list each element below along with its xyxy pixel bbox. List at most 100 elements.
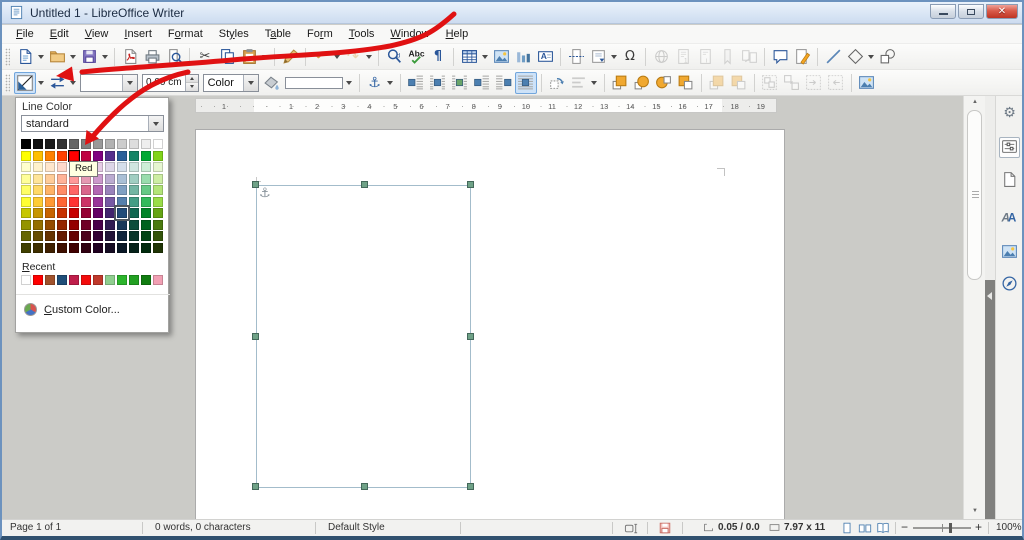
zoom-level[interactable]: 100%: [996, 522, 1022, 533]
redo-button-dropdown[interactable]: [364, 46, 373, 68]
color-swatch[interactable]: [45, 162, 55, 172]
export-pdf-button[interactable]: [119, 46, 141, 68]
selection-handle[interactable]: [361, 181, 368, 188]
color-swatch[interactable]: [153, 139, 163, 149]
recent-color-swatch[interactable]: [93, 275, 103, 285]
color-swatch[interactable]: [93, 139, 103, 149]
color-swatch[interactable]: [69, 219, 79, 230]
insert-page-break-button[interactable]: [565, 46, 587, 68]
close-button[interactable]: ✕: [986, 4, 1018, 19]
color-swatch[interactable]: [141, 231, 151, 241]
cut-button[interactable]: ✂: [194, 46, 216, 68]
color-swatch[interactable]: [33, 231, 43, 241]
scroll-up-icon[interactable]: ▲: [964, 99, 986, 105]
color-swatch[interactable]: [33, 139, 43, 149]
dropdown-arrow-icon[interactable]: [122, 74, 137, 91]
color-swatch[interactable]: [81, 150, 91, 161]
enter-group-button[interactable]: [803, 72, 825, 94]
color-swatch[interactable]: [57, 231, 67, 241]
color-swatch[interactable]: [129, 208, 139, 218]
color-swatch[interactable]: [105, 242, 115, 253]
color-swatch[interactable]: [105, 139, 115, 149]
recent-color-swatch[interactable]: [153, 275, 163, 285]
insert-field-button[interactable]: [587, 46, 609, 68]
color-swatch[interactable]: [93, 242, 103, 253]
color-swatch[interactable]: [141, 173, 151, 184]
send-to-back-button[interactable]: [675, 72, 697, 94]
color-swatch[interactable]: [129, 150, 139, 161]
frame-properties-button[interactable]: [856, 72, 878, 94]
wrap-ideal-button[interactable]: [449, 72, 471, 94]
scrollbar-thumb[interactable]: [967, 110, 982, 280]
insert-footnote-button[interactable]: 1: [672, 46, 694, 68]
recent-color-swatch[interactable]: [33, 275, 43, 285]
toolbar-grip[interactable]: [5, 47, 10, 66]
print-preview-button[interactable]: [163, 46, 185, 68]
open-button[interactable]: [46, 46, 68, 68]
color-swatch[interactable]: [21, 173, 31, 184]
menu-view[interactable]: View: [77, 26, 117, 42]
insert-table-button-dropdown[interactable]: [480, 46, 489, 68]
clone-formatting-button[interactable]: [279, 46, 301, 68]
menu-styles[interactable]: Styles: [211, 26, 257, 42]
color-swatch[interactable]: [129, 196, 139, 207]
color-swatch[interactable]: [69, 231, 79, 241]
color-swatch[interactable]: [45, 139, 55, 149]
color-swatch[interactable]: [57, 162, 67, 172]
color-swatch[interactable]: [129, 242, 139, 253]
color-swatch[interactable]: [117, 196, 127, 207]
color-swatch[interactable]: [33, 242, 43, 253]
basic-shapes-button[interactable]: [844, 46, 866, 68]
arrow-style-button[interactable]: [46, 72, 68, 94]
page-style[interactable]: Default Style: [328, 522, 385, 533]
selected-frame[interactable]: ⚓: [252, 181, 474, 490]
color-swatch[interactable]: [21, 139, 31, 149]
color-swatch[interactable]: [21, 219, 31, 230]
exit-group-button[interactable]: [825, 72, 847, 94]
color-swatch[interactable]: [57, 208, 67, 218]
menu-tools[interactable]: Tools: [341, 26, 383, 42]
redo-button[interactable]: ↷: [342, 46, 364, 68]
page-tab[interactable]: [999, 170, 1020, 191]
insert-textbox-button[interactable]: A: [534, 46, 556, 68]
color-swatch[interactable]: [105, 208, 115, 218]
selection-handle[interactable]: [467, 181, 474, 188]
color-swatch[interactable]: [117, 139, 127, 149]
align-objects-button-dropdown[interactable]: [590, 72, 599, 94]
color-swatch[interactable]: [129, 231, 139, 241]
color-swatch[interactable]: [117, 173, 127, 184]
line-style-combo[interactable]: [80, 73, 138, 92]
wrap-left-button[interactable]: [471, 72, 493, 94]
bring-to-front-button[interactable]: [609, 72, 631, 94]
color-swatch[interactable]: [105, 231, 115, 241]
styles-tab[interactable]: AA: [999, 207, 1020, 228]
zoom-slider-thumb[interactable]: [949, 523, 952, 533]
selection-handle[interactable]: [252, 483, 259, 490]
color-swatch[interactable]: [81, 219, 91, 230]
color-swatch[interactable]: [45, 150, 55, 161]
color-swatch[interactable]: [141, 219, 151, 230]
color-swatch[interactable]: [21, 196, 31, 207]
maximize-button[interactable]: [958, 4, 984, 19]
back-one-button[interactable]: [653, 72, 675, 94]
color-swatch[interactable]: [141, 139, 151, 149]
color-swatch[interactable]: [129, 173, 139, 184]
gallery-tab[interactable]: [999, 242, 1020, 263]
color-swatch[interactable]: [57, 150, 67, 161]
color-swatch[interactable]: [153, 185, 163, 195]
color-swatch[interactable]: [33, 219, 43, 230]
color-swatch[interactable]: [68, 149, 80, 162]
line-width-spinner[interactable]: 0.00 cm: [142, 73, 199, 92]
basic-shapes-button-dropdown[interactable]: [866, 46, 875, 68]
menu-table[interactable]: Table: [257, 26, 299, 42]
draw-functions-button[interactable]: [876, 46, 898, 68]
color-swatch[interactable]: [153, 231, 163, 241]
insert-line-button[interactable]: [822, 46, 844, 68]
spin-down-icon[interactable]: [185, 83, 198, 91]
selection-handle[interactable]: [252, 181, 259, 188]
color-swatch[interactable]: [57, 185, 67, 195]
rotate-button[interactable]: [546, 72, 568, 94]
layout-multi-icon[interactable]: [858, 521, 872, 536]
color-swatch[interactable]: [93, 219, 103, 230]
splitter-handle[interactable]: [985, 280, 995, 519]
